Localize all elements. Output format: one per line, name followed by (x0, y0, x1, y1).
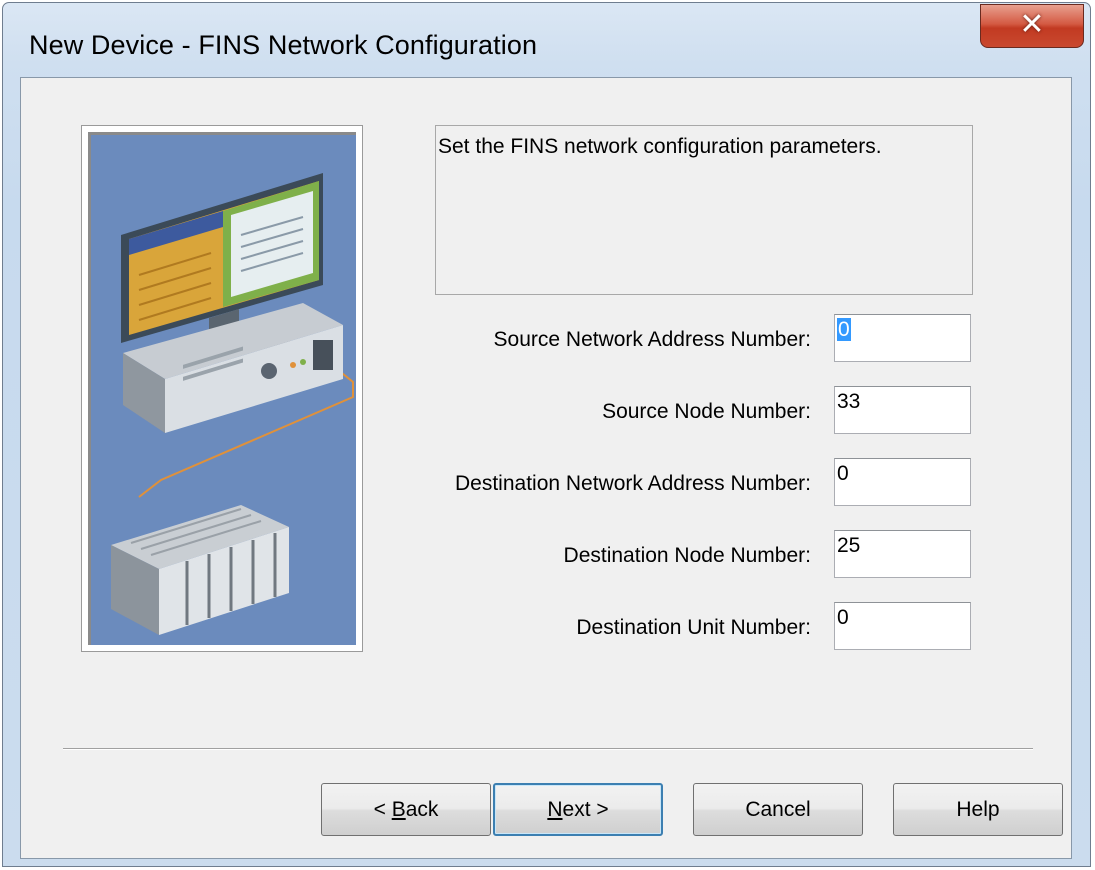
computer-network-illustration (88, 132, 356, 645)
title-bar[interactable]: New Device - FINS Network Configuration … (3, 3, 1090, 83)
destination-node-label: Destination Node Number: (563, 544, 811, 567)
cancel-button[interactable]: Cancel (693, 783, 863, 836)
window-title: New Device - FINS Network Configuration (29, 30, 538, 60)
back-button-suffix: ack (405, 798, 439, 821)
next-button[interactable]: Next > (493, 783, 663, 836)
source-node-label: Source Node Number: (602, 400, 811, 423)
close-button[interactable]: ✕ (980, 4, 1084, 48)
destination-network-address-label: Destination Network Address Number: (455, 472, 811, 495)
source-node-input[interactable]: 33 (834, 386, 971, 434)
dialog-window: New Device - FINS Network Configuration … (2, 2, 1091, 867)
destination-unit-input[interactable]: 0 (834, 602, 971, 650)
source-network-address-value: 0 (837, 318, 851, 341)
destination-network-address-value: 0 (837, 462, 849, 485)
next-button-mnemonic: N (547, 798, 563, 821)
description-box: Set the FINS network configuration param… (435, 125, 973, 295)
destination-unit-value: 0 (837, 606, 849, 629)
help-button-label: Help (956, 798, 1000, 821)
source-network-address-input[interactable]: 0 (834, 314, 971, 362)
cancel-button-label: Cancel (745, 798, 811, 821)
button-separator (63, 748, 1033, 750)
dialog-client-area: Set the FINS network configuration param… (20, 77, 1072, 859)
destination-unit-label: Destination Unit Number: (576, 616, 811, 639)
close-icon: ✕ (1019, 7, 1045, 42)
description-text: Set the FINS network configuration param… (438, 135, 882, 158)
source-network-address-label: Source Network Address Number: (493, 328, 811, 351)
illustration-frame (81, 125, 363, 652)
help-button[interactable]: Help (893, 783, 1063, 836)
source-node-value: 33 (837, 390, 861, 413)
destination-node-value: 25 (837, 534, 861, 557)
back-button[interactable]: < Back (321, 783, 491, 836)
destination-network-address-input[interactable]: 0 (834, 458, 971, 506)
illustration-graphic (111, 173, 354, 635)
next-button-suffix: ext > (562, 798, 609, 821)
destination-node-input[interactable]: 25 (834, 530, 971, 578)
back-button-prefix: < (373, 798, 392, 821)
back-button-mnemonic: B (391, 798, 406, 821)
